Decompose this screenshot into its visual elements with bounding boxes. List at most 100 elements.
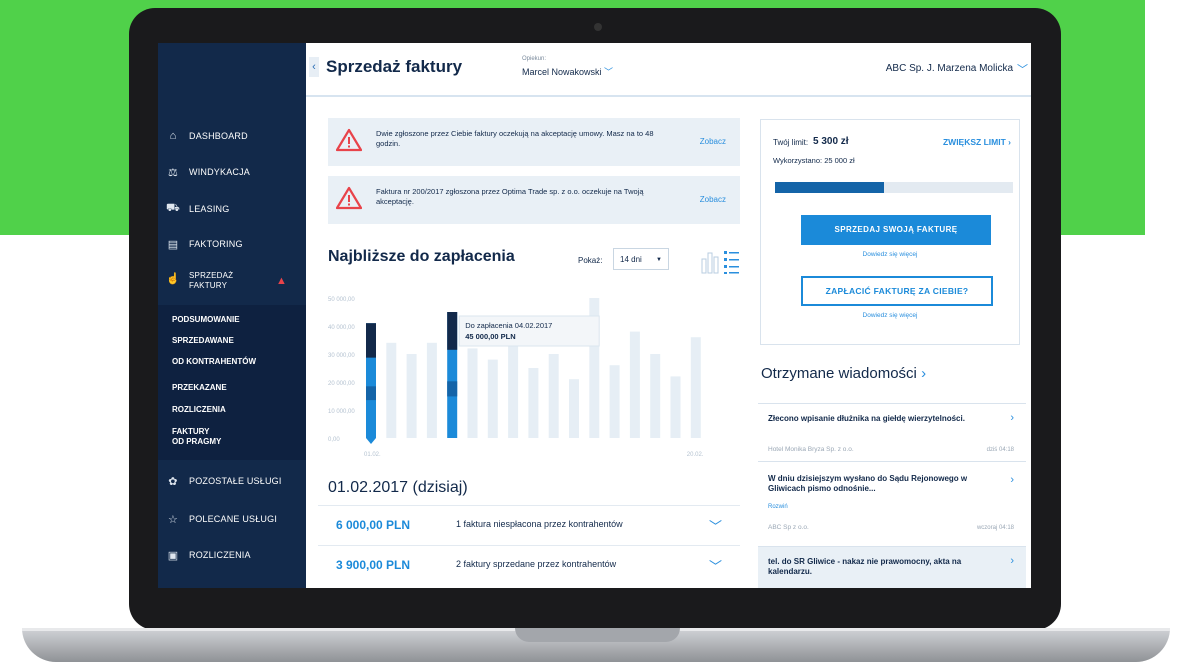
message-sender: ABC Sp z o.o. [768,524,809,531]
document-icon: ▤ [167,238,179,251]
subnav-od-kontrahentow[interactable]: OD KONTRAHENTÓW [172,357,292,367]
chevron-left-icon[interactable]: ‹ [309,57,319,77]
car-icon: ⛟ [165,202,181,214]
subnav-podsumowanie[interactable]: PODSUMOWANIE [172,315,292,325]
message-text: W dniu dzisiejszym wysłano do Sądu Rejon… [768,474,968,493]
chevron-right-icon: › [1008,137,1011,147]
expand-link[interactable]: Rozwiń [768,504,788,510]
alert-banner: Faktura nr 200/2017 zgłoszona przez Opti… [328,176,740,224]
home-icon: ⌂ [169,130,177,142]
chart-bar [467,348,478,438]
chart-bar [487,359,498,438]
chart-bar [528,368,539,438]
period-select[interactable]: 14 dni ▼ [613,248,669,270]
sidebar-item-leasing[interactable]: ⛟ LEASING [166,202,229,216]
x-tick-label: 20.02. [687,452,704,458]
warning-icon [336,128,362,152]
y-tick-label: 0,00 [328,437,340,443]
chart-bar-segment [447,312,458,350]
limit-label: Twój limit: [773,138,809,147]
chevron-down-icon[interactable]: ﹀ [1017,61,1028,77]
chevron-right-icon: › [1010,555,1014,567]
message-sender: Hotel Monika Bryza Sp. z o.o. [768,446,854,453]
sidebar-item-faktoring[interactable]: ▤ FAKTORING [166,237,243,251]
list-icon[interactable] [724,251,739,274]
y-tick-label: 40 000,00 [328,325,355,331]
sidebar: ⌂ DASHBOARD ⚖ WINDYKACJA ⛟ LEASING ▤ FAK… [158,43,306,588]
limit-progress-fill [775,182,885,193]
learn-more-link[interactable]: Dowiedz się więcej [761,251,1019,258]
sidebar-item-sprzedaz-faktury[interactable]: ☝ SPRZEDAŻ FAKTURY [166,271,233,291]
chart-bar [629,331,640,438]
sidebar-item-rozliczenia[interactable]: ▣ ROZLICZENIA [166,548,251,562]
chevron-right-icon: › [1010,412,1014,424]
used-amount: Wykorzystano: 25 000 zł [773,156,855,165]
limit-panel: Twój limit: 5 300 zł ZWIĘKSZ LIMIT › Wyk… [760,119,1020,345]
opiekun-dropdown[interactable]: Marcel Nowakowski ﹀ [522,65,613,78]
subnav-rozliczenia[interactable]: ROZLICZENIA [172,405,292,415]
message-date: wczoraj 04:18 [976,525,1014,531]
view-toggle [701,251,739,274]
summary-amount: 3 900,00 PLN [336,558,411,572]
increase-limit-link[interactable]: ZWIĘKSZ LIMIT › [943,137,1011,147]
alert-text: Faktura nr 200/2017 zgłoszona przez Opti… [376,187,644,206]
chart-bar-segment [447,381,458,397]
message-item[interactable]: W dniu dzisiejszym wysłano do Sądu Rejon… [758,461,1026,542]
message-date: dziś 04:18 [986,447,1014,453]
bar-chart-icon[interactable] [701,252,719,274]
chart-bar [406,354,417,438]
limit-value: 5 300 zł [813,136,849,147]
tooltip-date: Do zapłacenia 04.02.2017 [465,321,552,330]
star-icon: ☆ [167,513,179,526]
messages-title[interactable]: Otrzymane wiadomości › [761,365,926,382]
message-item[interactable]: tel. do SR Gliwice - nakaz nie prawomocn… [758,546,1026,588]
chart-bar [386,342,397,438]
chart-bar [690,337,701,438]
bar-chart: 50 000,00 40 000,00 30 000,00 20 000,00 10 0… [328,297,704,458]
chart-bar [548,354,559,438]
alert-text: Dwie zgłoszone przez Ciebie faktury ocze… [376,129,654,148]
chevron-right-icon: › [1010,474,1014,486]
chart-bar [508,331,519,438]
services-icon: ✿ [168,475,178,488]
subnav-przekazane[interactable]: PRZEKAZANE [172,383,292,393]
y-tick-label: 30 000,00 [328,353,355,359]
chevron-down-icon[interactable]: ﹀ [709,556,722,575]
sell-invoice-button[interactable]: SPRZEDAJ SWOJĄ FAKTURĘ [801,215,991,245]
tooltip-amount: 45 000,00 PLN [465,332,515,341]
pay-invoice-button[interactable]: ZAPŁACIĆ FAKTURĘ ZA CIEBIE? [801,276,993,306]
chevron-down-icon: ﹀ [604,67,614,77]
chevron-down-icon[interactable]: ﹀ [709,516,722,535]
selected-marker [366,438,376,444]
page-title: Sprzedaż faktury [326,57,463,76]
message-text: Złecono wpisanie dłużnika na giełdę wier… [768,414,965,423]
x-tick-label: 01.02. [364,452,381,458]
summary-row[interactable]: 3 900,00 PLN 2 faktury sprzedane przez k… [318,545,740,584]
company-selector[interactable]: ABC Sp. J. Marzena Molicka [886,63,1013,74]
opiekun-label: Opiekun: [522,56,547,62]
alert-link[interactable]: Zobacz [700,137,726,146]
alert-link[interactable]: Zobacz [700,195,726,204]
laptop-notch [515,628,680,642]
chevron-up-icon[interactable]: ▲ [276,275,287,287]
summary-description: 2 faktury sprzedane przez kontrahentów [456,559,617,569]
sidebar-item-windykacja[interactable]: ⚖ WINDYKACJA [166,165,250,179]
sidebar-item-pozostale-uslugi[interactable]: ✿ POZOSTAŁE USŁUGI [166,474,282,488]
chart-bar-segment [366,323,376,358]
chart-bar [426,342,437,438]
chart-title: Najbliższe do zapłacenia [328,248,515,265]
sidebar-item-polecane-uslugi[interactable]: ☆ POLECANE USŁUGI [166,512,277,526]
subnav-sprzedawane[interactable]: SPRZEDAWANE [172,336,292,346]
camera [594,23,602,31]
chart-bar-segment [366,386,376,401]
summary-row[interactable]: 6 000,00 PLN 1 faktura niespłacona przez… [318,505,740,544]
message-item[interactable]: Złecono wpisanie dłużnika na giełdę wier… [758,403,1026,460]
learn-more-link[interactable]: Dowiedz się więcej [761,312,1019,319]
caret-down-icon: ▼ [656,257,662,263]
warning-icon [336,186,362,210]
sidebar-item-dashboard[interactable]: ⌂ DASHBOARD [166,129,248,143]
chart-bar [670,376,681,438]
subnav-faktury-od-pragmy[interactable]: FAKTURY OD PRAGMY [172,427,292,447]
show-label: Pokaż: [578,256,603,265]
limit-progress-bar [775,182,1013,193]
